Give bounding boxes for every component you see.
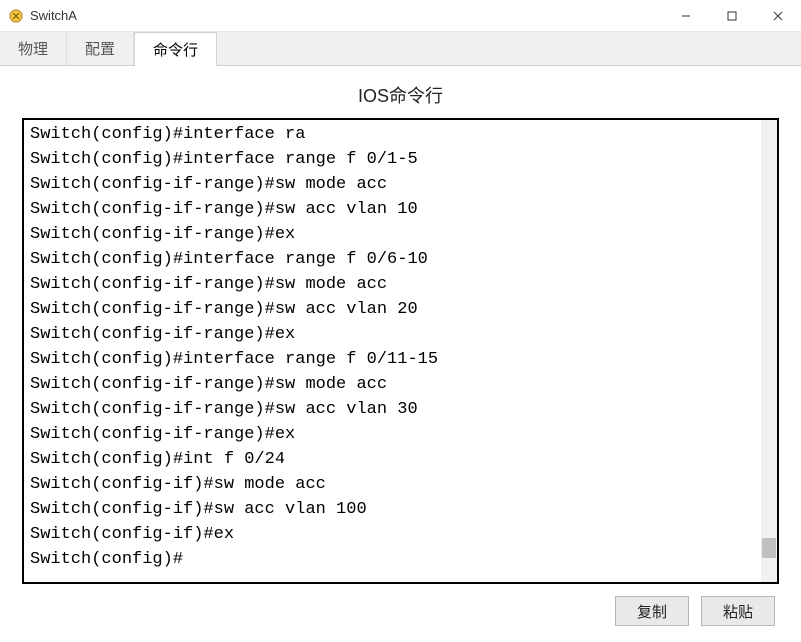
tab-label: 命令行 — [153, 39, 198, 60]
app-icon — [8, 8, 24, 24]
title-bar: SwitchA — [0, 0, 801, 32]
window-controls — [663, 0, 801, 31]
content-area: IOS命令行 Switch(config)#interface ra Switc… — [0, 66, 801, 642]
scrollbar-track[interactable] — [761, 120, 777, 582]
maximize-button[interactable] — [709, 0, 755, 32]
window-title: SwitchA — [30, 8, 77, 23]
tab-label: 配置 — [85, 38, 115, 59]
paste-button[interactable]: 粘贴 — [701, 596, 775, 626]
button-row: 复制 粘贴 — [22, 596, 779, 626]
button-label: 粘贴 — [723, 601, 753, 622]
scrollbar-thumb[interactable] — [762, 538, 776, 558]
tab-label: 物理 — [18, 38, 48, 59]
button-label: 复制 — [637, 601, 667, 622]
minimize-button[interactable] — [663, 0, 709, 32]
section-title: IOS命令行 — [22, 76, 779, 118]
tab-config[interactable]: 配置 — [67, 32, 134, 65]
terminal-container: Switch(config)#interface ra Switch(confi… — [22, 118, 779, 584]
copy-button[interactable]: 复制 — [615, 596, 689, 626]
terminal-output[interactable]: Switch(config)#interface ra Switch(confi… — [24, 120, 777, 582]
tab-cli[interactable]: 命令行 — [134, 32, 217, 66]
tab-strip: 物理 配置 命令行 — [0, 32, 801, 66]
tab-physical[interactable]: 物理 — [0, 32, 67, 65]
close-button[interactable] — [755, 0, 801, 32]
